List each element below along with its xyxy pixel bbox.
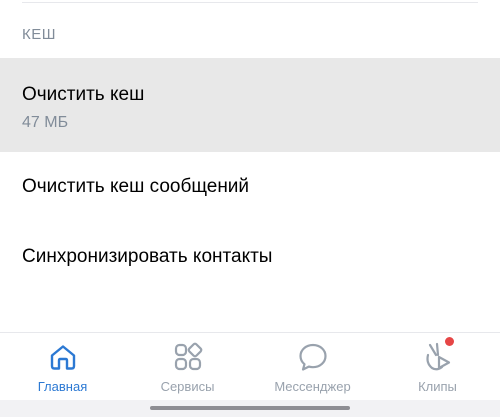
cache-size-value: 47 МБ xyxy=(22,114,69,131)
home-indicator[interactable] xyxy=(150,406,350,410)
home-icon xyxy=(50,345,75,370)
app-screen: КЕШ Очистить кеш 47 МБ Очистить кеш сооб… xyxy=(0,0,500,417)
clear-messages-cache-item[interactable]: Очистить кеш сообщений xyxy=(0,166,500,210)
clear-messages-cache-title: Очистить кеш сообщений xyxy=(22,176,250,197)
messenger-bubble-icon xyxy=(298,343,327,371)
tab-services-label: Сервисы xyxy=(160,379,215,394)
clear-cache-title: Очистить кеш xyxy=(22,84,145,105)
tab-services[interactable]: Сервисы xyxy=(125,333,250,400)
tab-messenger[interactable]: Мессенджер xyxy=(250,333,375,400)
sync-contacts-item[interactable]: Синхронизировать контакты xyxy=(0,236,500,280)
notification-badge xyxy=(445,337,454,346)
tab-home-label: Главная xyxy=(37,379,88,394)
tab-clips[interactable]: Клипы xyxy=(375,333,500,400)
tab-home[interactable]: Главная xyxy=(0,333,125,400)
services-grid-icon xyxy=(174,342,202,371)
clear-cache-item[interactable]: Очистить кеш 47 МБ xyxy=(0,58,500,152)
bottom-tab-bar: Главная Сервисы Мессенджер Клипы xyxy=(0,332,500,400)
tab-clips-label: Клипы xyxy=(418,379,457,394)
sync-contacts-title: Синхронизировать контакты xyxy=(22,246,273,267)
system-nav-bar xyxy=(0,400,500,417)
divider xyxy=(22,2,478,3)
tab-messenger-label: Мессенджер xyxy=(274,379,351,394)
section-header-cache: КЕШ xyxy=(22,26,56,43)
